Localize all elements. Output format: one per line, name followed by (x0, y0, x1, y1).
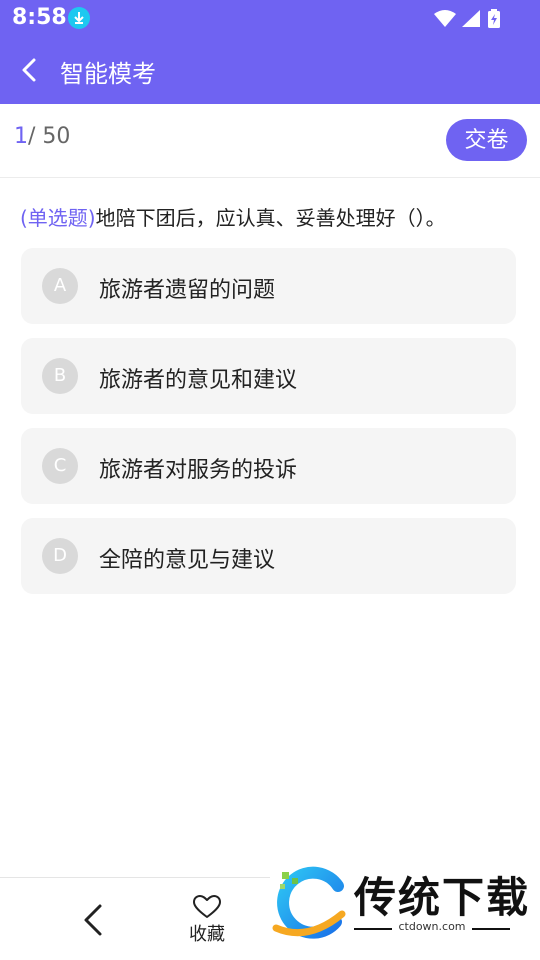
download-icon (68, 7, 90, 29)
wifi-icon (434, 10, 456, 27)
option-c[interactable]: C 旅游者对服务的投诉 (21, 428, 516, 504)
option-letter: C (42, 448, 78, 484)
heart-icon (193, 895, 221, 918)
previous-question-button[interactable] (74, 898, 114, 942)
question-progress: 1/ 50 (14, 124, 70, 149)
page-title: 智能模考 (60, 60, 156, 88)
progress-total: / 50 (28, 124, 71, 149)
submit-button[interactable]: 交卷 (446, 119, 527, 161)
question-body: 地陪下团后，应认真、妥善处理好（）。 (95, 206, 446, 230)
option-text: 旅游者遗留的问题 (99, 278, 276, 303)
divider (0, 177, 540, 178)
status-icons (432, 8, 502, 30)
chevron-left-icon (84, 904, 102, 936)
watermark-line (472, 928, 510, 930)
option-text: 全陪的意见与建议 (99, 548, 276, 573)
option-text: 旅游者的意见和建议 (99, 368, 298, 393)
option-letter: A (42, 268, 78, 304)
option-letter: D (42, 538, 78, 574)
favorite-button[interactable]: 收藏 (182, 894, 232, 950)
favorite-label: 收藏 (189, 924, 225, 945)
watermark-url: ctdown.com (398, 920, 466, 933)
option-d[interactable]: D 全陪的意见与建议 (21, 518, 516, 594)
battery-icon (488, 9, 500, 28)
option-letter: B (42, 358, 78, 394)
chevron-left-icon (22, 58, 36, 82)
watermark: 传统下载 ctdown.com (266, 860, 540, 960)
watermark-brand: 传统下载 (354, 873, 531, 922)
status-bar: 8:58 (0, 0, 540, 36)
option-text: 旅游者对服务的投诉 (99, 458, 298, 483)
option-a[interactable]: A 旅游者遗留的问题 (21, 248, 516, 324)
app-bar: 智能模考 (0, 36, 540, 104)
signal-icon (462, 10, 480, 27)
question-type: (单选题) (20, 206, 96, 230)
progress-current: 1 (14, 124, 28, 149)
question-text: (单选题)地陪下团后，应认真、妥善处理好（）。 (20, 202, 520, 231)
status-time: 8:58 (12, 5, 67, 30)
bottom-divider (0, 877, 270, 878)
option-b[interactable]: B 旅游者的意见和建议 (21, 338, 516, 414)
back-button[interactable] (12, 50, 52, 90)
watermark-logo-icon (272, 866, 346, 939)
